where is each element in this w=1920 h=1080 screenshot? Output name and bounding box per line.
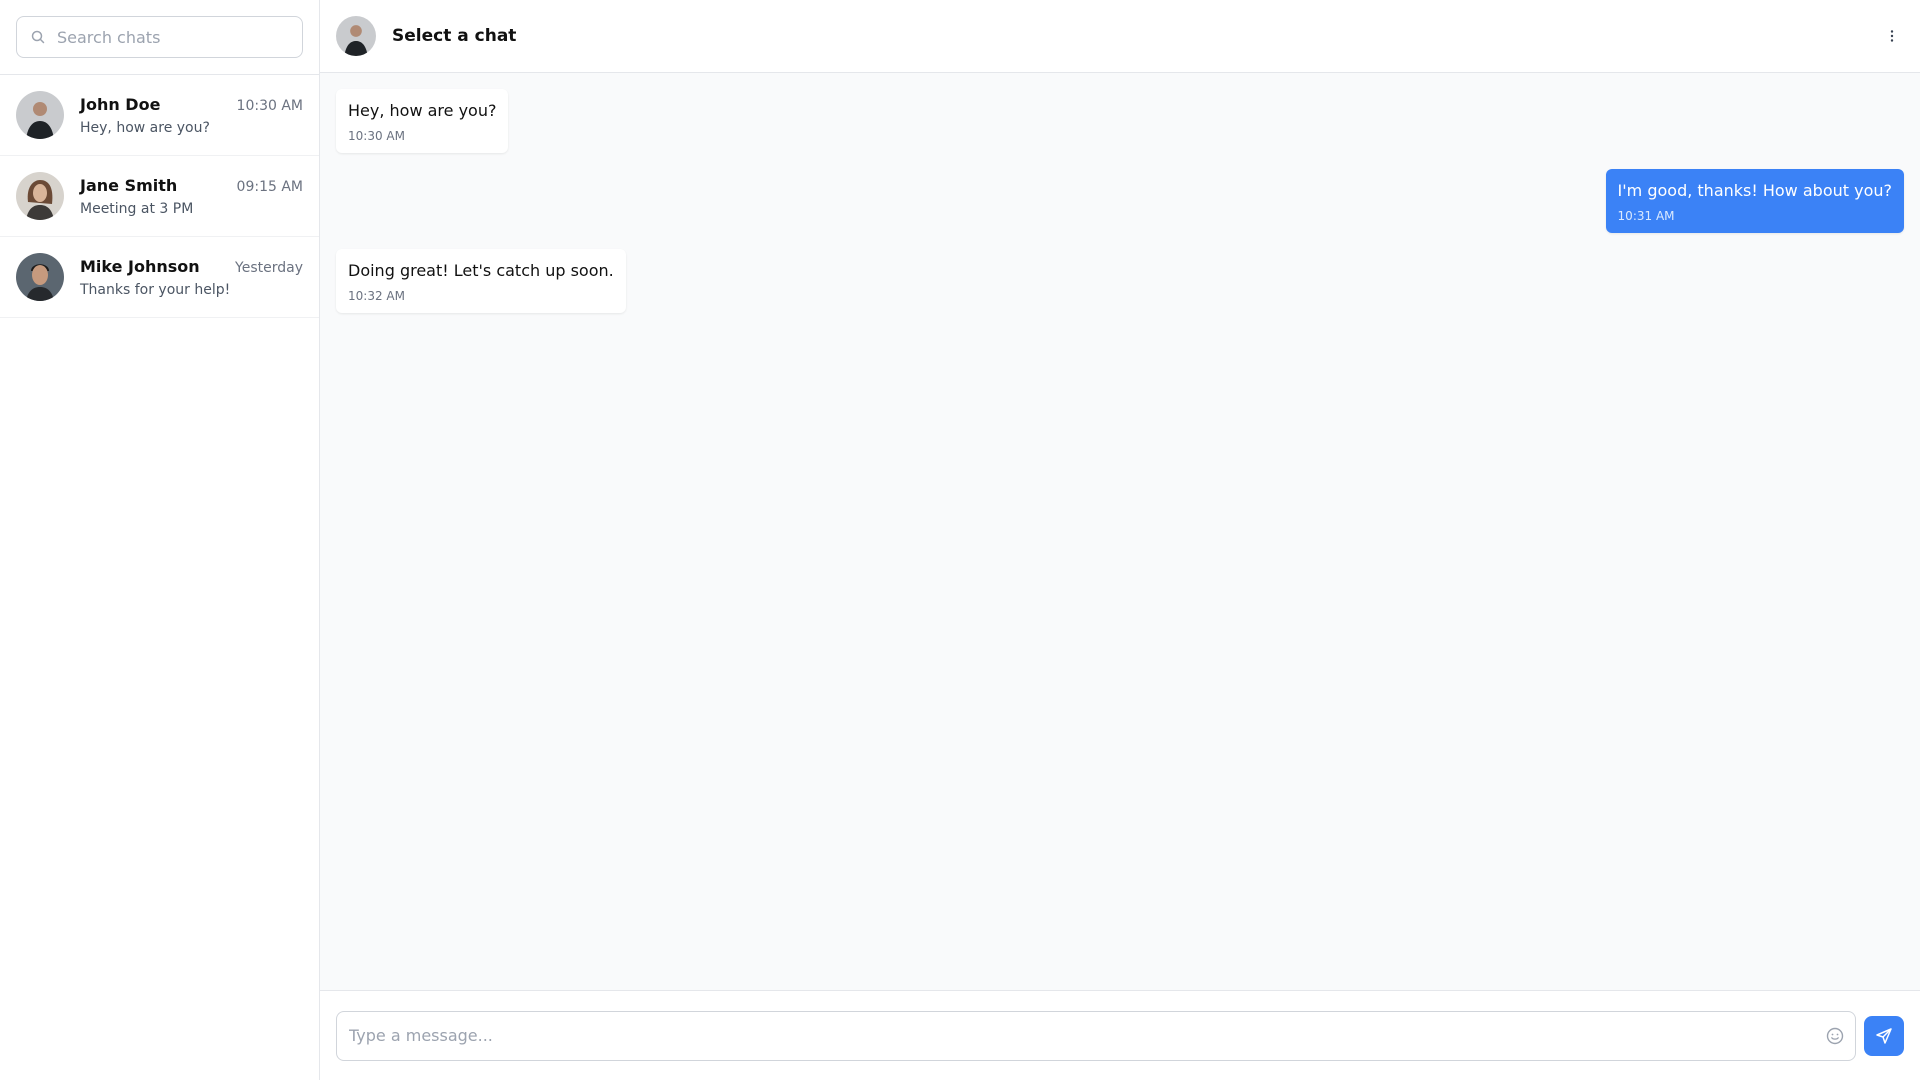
- chat-item-john-doe[interactable]: John Doe 10:30 AM Hey, how are you?: [0, 75, 319, 156]
- chat-name: Jane Smith: [80, 175, 178, 195]
- search-input[interactable]: [17, 17, 302, 57]
- sidebar: John Doe 10:30 AM Hey, how are you?: [0, 0, 320, 1080]
- chat-info: Jane Smith 09:15 AM Meeting at 3 PM: [80, 176, 303, 217]
- send-icon: [1876, 1027, 1892, 1044]
- more-options-button[interactable]: [1880, 24, 1904, 48]
- message-bubble-incoming: Doing great! Let's catch up soon. 10:32 …: [336, 249, 626, 313]
- smile-icon[interactable]: [1825, 1026, 1845, 1046]
- avatar: [336, 16, 376, 56]
- chat-item-mike-johnson[interactable]: Mike Johnson Yesterday Thanks for your h…: [0, 237, 319, 318]
- send-button[interactable]: [1864, 1015, 1904, 1056]
- chat-preview: Hey, how are you?: [80, 119, 210, 136]
- chat-name: Mike Johnson: [80, 256, 200, 276]
- message-input[interactable]: [337, 1011, 1825, 1060]
- message-time: 10:32 AM: [348, 289, 405, 303]
- message-composer: [320, 990, 1920, 1080]
- chat-app: John Doe 10:30 AM Hey, how are you?: [0, 0, 1920, 1080]
- page-title: Select a chat: [392, 26, 517, 46]
- chat-preview: Meeting at 3 PM: [80, 200, 194, 217]
- message-time: 10:30 AM: [348, 129, 405, 143]
- message-time: 10:31 AM: [1617, 209, 1675, 223]
- chat-time: Yesterday: [235, 259, 303, 276]
- avatar: [16, 91, 64, 139]
- message-bubble-outgoing: I'm good, thanks! How about you? 10:31 A…: [1605, 169, 1904, 233]
- message-list: Hey, how are you? 10:30 AM I'm good, tha…: [320, 73, 1920, 990]
- chat-preview: Thanks for your help!: [80, 281, 231, 298]
- chat-header: Select a chat: [320, 0, 1920, 73]
- chat-name: John Doe: [80, 94, 161, 114]
- more-vertical-icon: [1890, 30, 1894, 42]
- message-text: Doing great! Let's catch up soon.: [348, 261, 614, 280]
- message-input-box: [336, 1010, 1856, 1061]
- search-box: [16, 16, 303, 58]
- message-bubble-incoming: Hey, how are you? 10:30 AM: [336, 89, 509, 153]
- avatar: [16, 253, 64, 301]
- chat-main: Select a chat Hey, how are you? 10:30 AM…: [320, 0, 1920, 1080]
- avatar: [16, 172, 64, 220]
- message-text: Hey, how are you?: [348, 101, 497, 120]
- chat-list: John Doe 10:30 AM Hey, how are you? Jane…: [0, 75, 319, 318]
- message-text: I'm good, thanks! How about you?: [1617, 181, 1892, 200]
- search-icon: [31, 30, 45, 44]
- chat-time: 09:15 AM: [236, 178, 303, 195]
- chat-time: 10:30 AM: [236, 97, 303, 114]
- chat-info: John Doe 10:30 AM Hey, how are you?: [80, 95, 303, 136]
- chat-info: Mike Johnson Yesterday Thanks for your h…: [80, 257, 303, 298]
- chat-item-jane-smith[interactable]: Jane Smith 09:15 AM Meeting at 3 PM: [0, 156, 319, 237]
- search-area: [0, 0, 319, 75]
